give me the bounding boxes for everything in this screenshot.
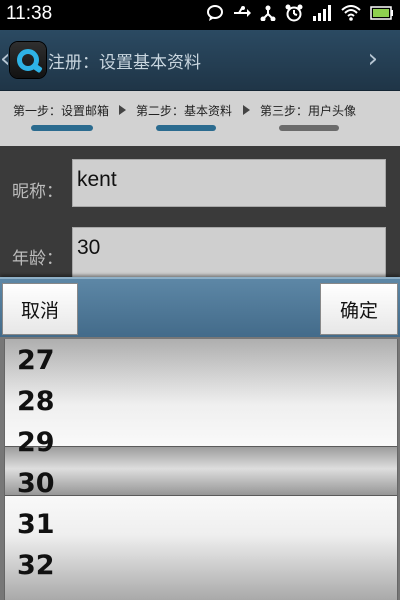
next-chevron-icon[interactable]: ›: [368, 42, 378, 76]
step-1-progress: [31, 125, 93, 131]
wheel-item[interactable]: 29: [17, 427, 55, 458]
wifi-icon: [341, 5, 361, 25]
profile-form: 昵称： kent 年龄： 30: [0, 146, 400, 281]
step-2-progress: [156, 125, 216, 131]
signal-icon: [312, 5, 332, 25]
clock-time: 11:38: [6, 3, 53, 24]
step-1-label: 第一步：设置邮箱: [13, 104, 110, 118]
wheel-item[interactable]: 28: [17, 386, 55, 417]
selection-highlight: [5, 446, 397, 496]
alarm-clock-icon: [285, 4, 303, 26]
app-logo-icon: [10, 42, 46, 78]
wheel-item-selected[interactable]: 30: [17, 468, 55, 499]
step-arrow-icon: [119, 105, 126, 115]
confirm-button[interactable]: 确定: [320, 283, 398, 335]
status-bar: 11:38: [0, 0, 400, 30]
cancel-button[interactable]: 取消: [2, 283, 78, 335]
share-icon: [260, 5, 276, 25]
nickname-field[interactable]: kent: [72, 159, 386, 207]
page-title: 注册：设置基本资料: [48, 53, 201, 73]
step-3-label: 第三步：用户头像: [260, 104, 357, 118]
nickname-label: 昵称：: [12, 182, 63, 202]
battery-icon: [370, 5, 394, 25]
picker-toolbar: 取消 确定: [0, 277, 400, 339]
registration-steps: 第一步：设置邮箱 第二步：基本资料 第三步：用户头像: [0, 91, 400, 147]
step-3-progress: [279, 125, 339, 131]
age-label: 年龄：: [12, 249, 63, 269]
wheel-track[interactable]: 27 28 29 30 31 32: [4, 339, 398, 600]
status-icons: [206, 4, 394, 26]
title-bar: ‹ 注册：设置基本资料 ›: [0, 30, 400, 91]
wheel-item[interactable]: 32: [17, 550, 55, 581]
step-arrow-icon: [243, 105, 250, 115]
age-field[interactable]: 30: [72, 227, 386, 281]
usb-icon: [233, 5, 251, 25]
age-wheel-picker[interactable]: 27 28 29 30 31 32: [0, 337, 400, 600]
wheel-item[interactable]: 31: [17, 509, 55, 540]
wheel-item[interactable]: 27: [17, 345, 55, 376]
chat-bubble-icon: [206, 4, 224, 26]
step-2-label: 第二步：基本资料: [136, 104, 233, 118]
